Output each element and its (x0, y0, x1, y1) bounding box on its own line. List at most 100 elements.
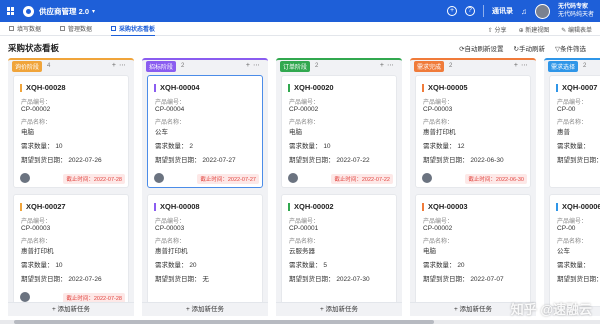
field-label: 产品编号： (155, 219, 186, 225)
task-card[interactable]: XQH-00004 产品编号： CP-00004 产品名称： 公车 需求数量： … (147, 75, 263, 188)
product-name: 电脑 (289, 129, 302, 136)
column-header: 订单阶段 2 +⋯ (276, 58, 402, 72)
avatar[interactable] (422, 173, 432, 183)
kanban-board: 询价阶段 4 +⋯ XQH-00028 产品编号： CP-00002 产品名称：… (8, 58, 600, 320)
column-tag: 招标阶段 (146, 60, 177, 72)
demand-qty: 需求数量： 2 (155, 143, 193, 150)
add-task-button[interactable]: + 添加新任务 (8, 302, 134, 316)
avatar[interactable] (288, 173, 298, 183)
field-label: 产品编号： (423, 219, 454, 225)
field-label: 产品名称： (557, 120, 588, 126)
product-name: 惠普 (557, 129, 570, 136)
card-id: XQH-00020 (288, 83, 334, 92)
product-name: 电脑 (423, 248, 436, 255)
demand-qty: 需求数量： (557, 143, 590, 150)
edit-form-button[interactable]: ✎ 编辑表单 (561, 25, 592, 34)
avatar[interactable] (154, 173, 164, 183)
column-tools[interactable]: +⋯ (514, 61, 531, 69)
task-card[interactable]: XQH-00003 产品编号： CP-00002 产品名称： 电脑 需求数量： … (415, 194, 531, 307)
column-tools[interactable]: +⋯ (380, 61, 397, 69)
horizontal-scrollbar[interactable] (0, 320, 600, 324)
board-icon (111, 25, 117, 31)
tab-manage-data[interactable]: 管理数据 (60, 22, 92, 36)
tab-fill-data[interactable]: 填写数据 (9, 22, 41, 36)
task-card[interactable]: XQH-00002 产品编号： CP-00001 产品名称： 云服务器 需求数量… (281, 194, 397, 307)
product-name: 云服务器 (289, 248, 315, 255)
column-tools[interactable]: +⋯ (246, 61, 263, 69)
help-icon[interactable]: ? (464, 6, 475, 16)
task-card[interactable]: XQH-0007 产品编号： CP-00 产品名称： 惠普 需求数量： 期望到货… (549, 75, 600, 188)
field-label: 产品编号： (423, 100, 454, 106)
task-card[interactable]: XQH-00005 产品编号： CP-00003 产品名称： 惠普打印机 需求数… (415, 75, 531, 188)
deadline-badge: 截止时间：2022-07-28 (63, 174, 125, 184)
tab-bar: 填写数据 管理数据 采购状态看板 ⇧ 分享 ⊕ 新建视图 ✎ 编辑表单 (0, 22, 600, 36)
expected-date: 期望到货日期： 无 (155, 276, 209, 283)
product-name: 公车 (155, 129, 168, 136)
user-info[interactable]: 无代码专家 无代码纯天者 (558, 3, 594, 19)
avatar[interactable] (20, 292, 30, 302)
avatar[interactable] (534, 3, 550, 19)
task-card[interactable]: XQH-00006 产品编号： CP-00 产品名称： 公车 需求数量： 期望到… (549, 194, 600, 307)
expected-date: 期望到货日期： 2022-06-30 (423, 157, 504, 164)
task-card[interactable]: XQH-00008 产品编号： CP-00003 产品名称： 惠普打印机 需求数… (147, 194, 263, 307)
field-label: 产品名称： (289, 239, 320, 245)
product-code: CP-00003 (21, 225, 51, 232)
task-card[interactable]: XQH-00027 产品编号： CP-00003 产品名称： 惠普打印机 需求数… (13, 194, 129, 307)
new-view-button[interactable]: ⊕ 新建视图 (519, 25, 550, 34)
add-icon[interactable]: + (446, 6, 457, 16)
field-label: 产品编号： (21, 100, 52, 106)
expected-date: 期望到货日期： 2022-07-26 (21, 276, 102, 283)
column-bidding: 招标阶段 2 +⋯ XQH-00004 产品编号： CP-00004 产品名称：… (142, 58, 268, 316)
apps-grid-icon[interactable] (7, 7, 15, 15)
field-label: 产品名称： (21, 239, 52, 245)
tab-purchase-board[interactable]: 采购状态看板 (111, 22, 156, 36)
demand-qty: 需求数量： 10 (289, 143, 331, 150)
product-code: CP-00003 (423, 106, 453, 113)
field-label: 产品名称： (155, 239, 186, 245)
card-id: XQH-00008 (154, 202, 200, 211)
bell-icon[interactable]: ♫ (521, 7, 527, 16)
share-button[interactable]: ⇧ 分享 (488, 25, 507, 34)
column-order: 订单阶段 2 +⋯ XQH-00020 产品编号： CP-00002 产品名称：… (276, 58, 402, 316)
user-name: 无代码专家 (557, 4, 588, 10)
column-tag: 需求选择 (548, 60, 579, 72)
card-id: XQH-00027 (20, 202, 66, 211)
chevron-down-icon[interactable]: ▾ (92, 8, 95, 15)
app-title[interactable]: 供应商管理 2.0 (39, 6, 89, 17)
card-id: XQH-0007 (556, 83, 597, 92)
column-tools[interactable]: +⋯ (112, 61, 129, 69)
field-label: 产品编号： (289, 219, 320, 225)
field-label: 产品编号： (557, 219, 588, 225)
avatar[interactable] (20, 173, 30, 183)
field-label: 产品名称： (423, 239, 454, 245)
task-card[interactable]: XQH-00020 产品编号： CP-00002 产品名称： 电脑 需求数量： … (281, 75, 397, 188)
product-name: 电脑 (21, 129, 34, 136)
column-count: 2 (315, 63, 319, 69)
app-logo (23, 5, 34, 17)
task-card[interactable]: XQH-00028 产品编号： CP-00002 产品名称： 电脑 需求数量： … (13, 75, 129, 188)
column-header: 招标阶段 2 +⋯ (142, 58, 268, 72)
deadline-badge: 截止时间：2022-07-27 (197, 174, 259, 184)
column-tag: 询价阶段 (12, 60, 43, 72)
product-code: CP-00004 (155, 106, 185, 113)
field-label: 产品名称： (557, 239, 588, 245)
watermark: 知乎 @速融云 (510, 302, 592, 317)
field-label: 产品名称： (21, 120, 52, 126)
product-name: 惠普打印机 (155, 248, 188, 255)
contacts-link[interactable]: 通讯录 (492, 6, 513, 16)
field-label: 产品编号： (155, 100, 186, 106)
field-label: 产品编号： (557, 100, 588, 106)
column-tag: 订单阶段 (280, 60, 311, 72)
page-title: 采购状态看板 (8, 43, 60, 53)
add-task-button[interactable]: + 添加新任务 (276, 302, 402, 316)
product-name: 公车 (557, 248, 570, 255)
column-selection: 需求选择 2 XQH-0007 产品编号： CP-00 产品名称： 惠普 需求数… (544, 58, 600, 316)
add-task-button[interactable]: + 添加新任务 (142, 302, 268, 316)
scrollbar-thumb[interactable] (14, 320, 434, 324)
expected-date: 期望到货日期： 2022-07-22 (289, 157, 370, 164)
auto-refresh-button[interactable]: ⟳自动刷新设置 (459, 43, 503, 53)
manual-refresh-button[interactable]: ↻手动刷新 (514, 43, 545, 53)
column-count: 2 (583, 63, 587, 69)
filter-button[interactable]: ▽条件筛选 (555, 43, 586, 53)
card-id: XQH-00005 (422, 83, 468, 92)
